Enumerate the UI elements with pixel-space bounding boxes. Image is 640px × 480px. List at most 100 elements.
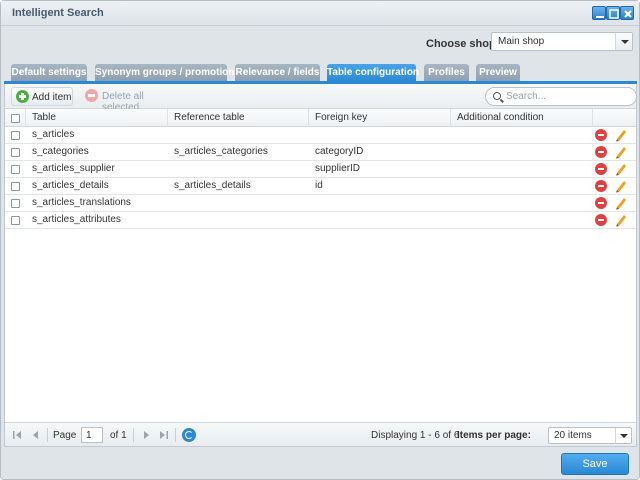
edit-pencil-icon[interactable] [614,213,628,227]
last-page-icon[interactable] [158,429,170,441]
maximize-icon[interactable] [606,6,620,20]
displaying-info: Displaying 1 - 6 of 6 [371,430,460,441]
title-bar[interactable]: Intelligent Search [1,1,639,26]
pager-separator [175,428,176,442]
delete-row-icon[interactable] [595,163,607,175]
window-title: Intelligent Search [12,7,104,19]
row-checkbox[interactable] [11,216,20,225]
cell-table: s_categories [32,146,89,157]
edit-pencil-icon[interactable] [614,196,628,210]
table-grid: Table Reference table Foreign key Additi… [5,109,636,229]
add-icon [16,90,29,103]
table-row[interactable]: s_articles_supplier supplierID [5,161,636,178]
chevron-down-icon[interactable] [615,33,632,50]
save-button[interactable]: Save [561,453,629,475]
table-row[interactable]: s_articles_translations [5,195,636,212]
tab-table-configuration[interactable]: Table configuration [327,64,419,82]
next-page-icon[interactable] [140,429,152,441]
cell-additional-condition [451,178,593,194]
cell-additional-condition [451,144,593,160]
cell-foreign-key: supplierID [315,163,361,174]
edit-pencil-icon[interactable] [614,128,628,142]
cell-reference-table: s_articles_details [174,180,251,191]
choose-shop-label: Choose shop: [426,38,500,50]
page-label: Page [53,430,77,441]
column-header-additional-condition[interactable]: Additional condition [451,109,593,127]
tab-default-settings[interactable]: Default settings [11,64,87,82]
cell-table: s_articles_attributes [32,214,121,225]
search-input[interactable] [506,90,626,103]
row-checkbox[interactable] [11,148,20,157]
delete-row-icon[interactable] [595,214,607,226]
search-box[interactable] [485,87,637,106]
select-all-checkbox[interactable] [11,114,20,123]
refresh-icon[interactable] [182,428,196,442]
cell-table: s_articles_details [32,180,109,191]
pager-separator [133,428,134,442]
delete-row-icon[interactable] [595,197,607,209]
row-checkbox[interactable] [11,199,20,208]
minimize-icon[interactable] [592,6,606,20]
column-header-actions [593,109,636,127]
cell-reference-table [168,212,309,228]
delete-icon [85,89,98,102]
page-of-label: of 1 [110,430,127,441]
cell-foreign-key [309,212,451,228]
items-per-page-label: Items per page: [457,430,531,441]
delete-all-selected-button[interactable]: Delete all selected [81,87,178,113]
tab-profiles[interactable]: Profiles [424,64,469,82]
page-number-input[interactable] [81,427,103,443]
cell-additional-condition [451,161,593,177]
cell-table: s_articles_supplier [32,163,115,174]
cell-table: s_articles [32,129,75,140]
pager-separator [47,428,48,442]
shop-selector-bar: Choose shop: Main shop [1,26,639,56]
items-per-page-value: 20 items [554,430,592,441]
prev-page-icon[interactable] [30,429,42,441]
shop-select[interactable]: Main shop [491,32,633,51]
column-header-reference-table[interactable]: Reference table [168,109,309,127]
chevron-down-icon[interactable] [615,428,631,443]
delete-row-icon[interactable] [595,129,607,141]
cell-reference-table: s_articles_categories [174,146,268,157]
row-checkbox[interactable] [11,165,20,174]
table-row[interactable]: s_articles [5,127,636,144]
table-row[interactable]: s_articles_attributes [5,212,636,229]
first-page-icon[interactable] [11,429,23,441]
paging-toolbar: Page of 1 Displaying 1 - 6 of 6 Items pe… [5,422,636,446]
cell-additional-condition [451,195,593,211]
edit-pencil-icon[interactable] [614,162,628,176]
tab-relevance-fields[interactable]: Relevance / fields [235,64,320,82]
select-all-cell [5,109,26,127]
grid-header: Table Reference table Foreign key Additi… [5,109,636,127]
cell-foreign-key: id [315,180,323,191]
cell-reference-table [168,127,309,143]
row-checkbox[interactable] [11,182,20,191]
cell-foreign-key: categoryID [315,146,364,157]
cell-additional-condition [451,212,593,228]
cell-foreign-key [309,127,451,143]
tab-synonym-groups[interactable]: Synonym groups / promotions [95,64,240,82]
table-row[interactable]: s_articles_details s_articles_details id [5,178,636,195]
cell-additional-condition [451,127,593,143]
tab-strip: Default settings Synonym groups / promot… [1,56,639,82]
add-item-button[interactable]: Add item [11,87,73,106]
grid-toolbar: Add item Delete all selected [5,84,637,113]
shop-select-value: Main shop [498,36,545,47]
cell-foreign-key [309,195,451,211]
delete-row-icon[interactable] [595,180,607,192]
table-row[interactable]: s_categories s_articles_categories categor… [5,144,636,161]
grid-body: s_articles s_categories s_articles_categor… [5,127,636,229]
close-icon[interactable] [620,6,634,20]
table-configuration-panel: Add item Delete all selected Table Refer… [4,84,637,447]
tab-preview[interactable]: Preview [476,64,520,82]
edit-pencil-icon[interactable] [614,145,628,159]
row-checkbox[interactable] [11,131,20,140]
column-header-foreign-key[interactable]: Foreign key [309,109,451,127]
items-per-page-select[interactable]: 20 items [548,427,632,444]
cell-reference-table [168,161,309,177]
edit-pencil-icon[interactable] [614,179,628,193]
add-item-label: Add item [32,92,72,103]
delete-row-icon[interactable] [595,146,607,158]
column-header-table[interactable]: Table [26,109,168,127]
